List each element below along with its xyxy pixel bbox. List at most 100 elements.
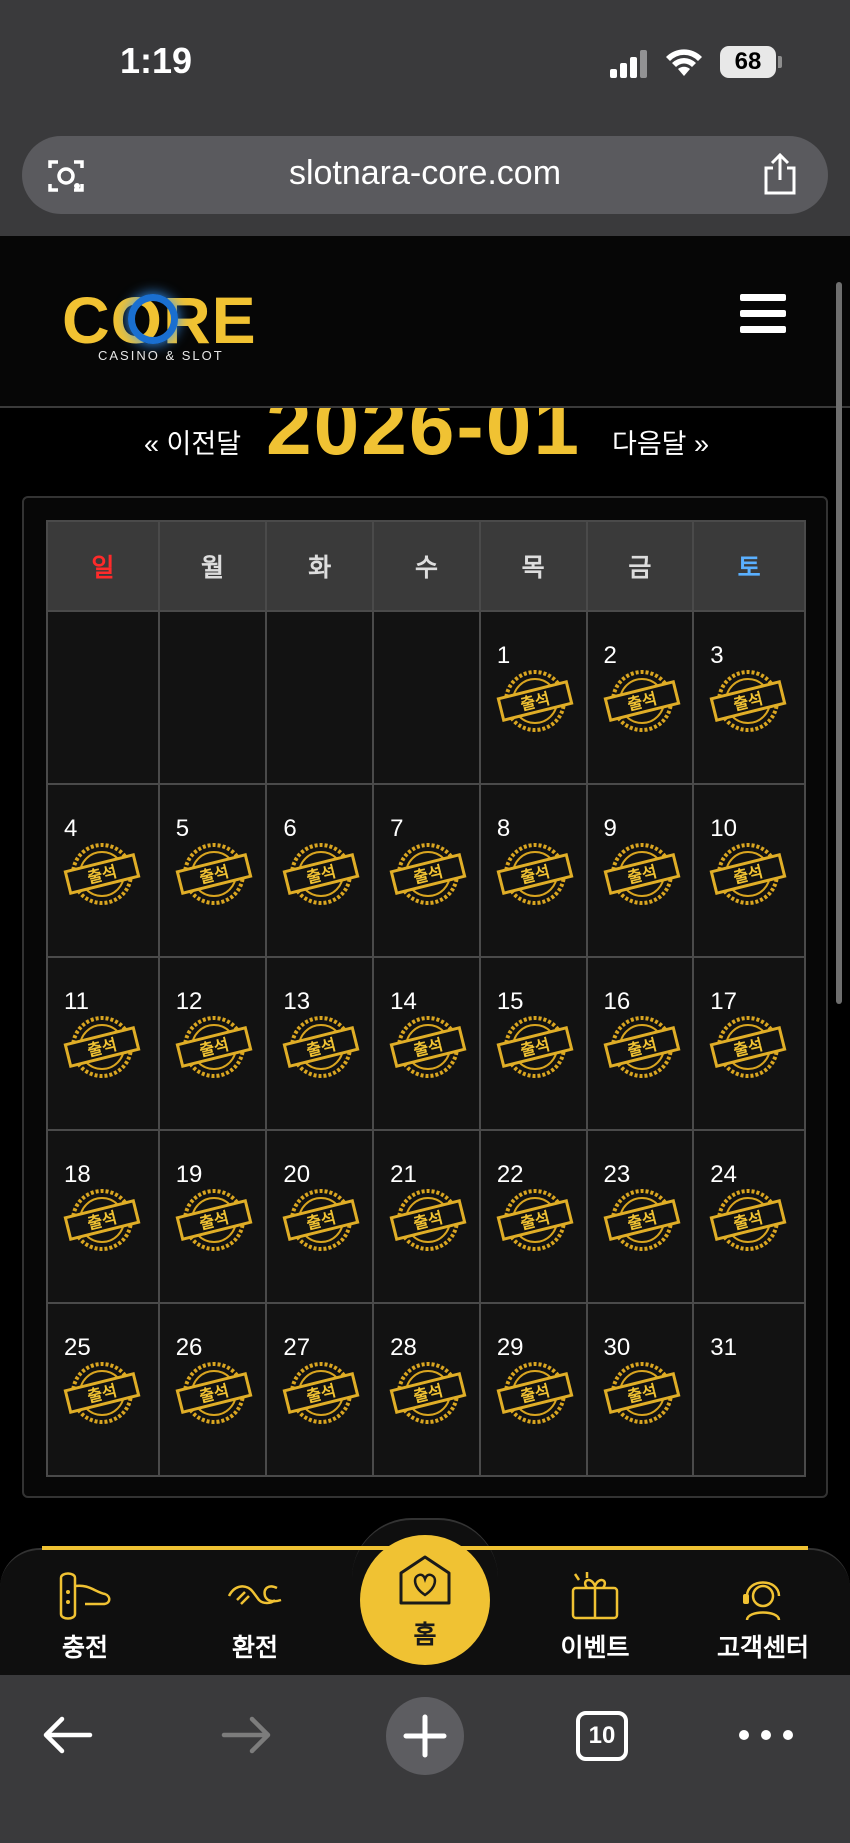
calendar-day-cell: 4 출석 [46,783,160,958]
attendance-stamp-icon: 출석 [389,1189,467,1251]
attendance-stamp-icon: 출석 [603,843,680,905]
logo-ring-icon [128,294,178,344]
weekday-mon: 월 [157,520,268,612]
core-logo[interactable]: CORE CASINO & SLOT [62,282,262,363]
new-tab-button[interactable] [386,1697,464,1775]
url-text: slotnara-core.com [288,154,562,192]
nav-withdraw[interactable]: 환전 [190,1570,320,1670]
next-month-link[interactable]: 다음달 » [612,422,709,461]
attendance-stamp-icon: 출석 [709,843,787,905]
status-bar: 1:19 68 [0,0,850,120]
attendance-stamp-icon: 출석 [496,670,574,732]
attendance-stamp-icon: 출석 [282,843,360,905]
calendar-day-cell: 10 출석 [692,783,806,958]
calendar-week-row: 1 출석 2 출석 3 출석 [46,610,806,785]
attendance-stamp-icon: 출석 [496,1016,574,1078]
attendance-stamp-icon: 출석 [603,670,680,732]
calendar-day-cell: 2 출석 [585,610,695,785]
forward-arrow-icon[interactable] [210,1699,282,1771]
calendar-week-row: 25 출석 26 출석 27 출석 28 출석 29 출석 30 출석 31 [46,1302,806,1477]
weekday-tue: 화 [265,520,375,612]
nav-home-label: 홈 [413,1621,437,1649]
browser-address-bar: slotnara-core.com [0,120,850,236]
day-number: 16 [603,988,631,1015]
page-scrollbar[interactable] [836,282,842,1004]
logo-subtitle: CASINO & SLOT [98,348,224,363]
attendance-stamp-icon: 출석 [389,1362,467,1424]
calendar-day-cell: 3 출석 [692,610,806,785]
url-field[interactable]: slotnara-core.com [22,136,828,214]
calendar-day-cell: 6 출석 [265,783,375,958]
weekday-sun: 일 [46,520,160,612]
weekday-thu: 목 [478,520,588,612]
day-number: 28 [390,1334,417,1361]
calendar-day-cell: 1 출석 [478,610,588,785]
weekday-fri: 금 [585,520,695,612]
attendance-stamp-icon: 출석 [282,1362,360,1424]
calendar-day-cell: 5 출석 [157,783,268,958]
calendar-day-cell: 25 출석 [46,1302,160,1477]
attendance-stamp-icon: 출석 [63,1016,141,1078]
calendar-empty-cell [265,610,375,785]
calendar-week-row: 4 출석 5 출석 6 출석 7 출석 8 출석 9 출석 10 출석 [46,783,806,958]
calendar-day-cell: 12 출석 [157,956,268,1131]
tabs-button[interactable]: 10 [576,1711,628,1761]
day-number: 3 [710,642,724,669]
prev-month-link[interactable]: « 이전달 [144,422,241,461]
calendar-day-cell: 22 출석 [478,1129,588,1304]
nav-deposit[interactable]: 충전 [20,1570,150,1670]
nav-event[interactable]: 이벤트 [530,1570,660,1670]
attendance-stamp-icon: 출석 [389,1016,467,1078]
attendance-stamp-icon: 출석 [282,1189,360,1251]
day-number: 11 [64,988,89,1015]
calendar-week-row: 11 출석 12 출석 13 출석 14 출석 15 출석 16 출석 17 출… [46,956,806,1131]
nav-withdraw-label: 환전 [231,1634,278,1662]
calendar-day-cell: 11 출석 [46,956,160,1131]
calendar-day-cell: 7 출석 [372,783,481,958]
calendar-empty-cell [46,610,160,785]
day-number: 1 [496,642,511,669]
browser-toolbar: 10 [0,1675,850,1843]
calendar-day-cell: 31 [692,1302,806,1477]
nav-support[interactable]: 고객센터 [698,1570,828,1670]
day-number: 13 [283,988,311,1015]
attendance-stamp-icon: 출석 [63,843,141,905]
attendance-stamp-icon: 출석 [709,1016,787,1078]
day-number: 22 [496,1161,524,1188]
day-number: 14 [390,988,417,1015]
calendar-day-cell: 23 출석 [585,1129,695,1304]
attendance-stamp-icon: 출석 [496,1362,574,1424]
calendar-week-row: 18 출석 19 출석 20 출석 21 출석 22 출석 23 출석 24 출… [46,1129,806,1304]
share-icon[interactable] [760,152,800,196]
more-icon[interactable] [730,1699,802,1771]
attendance-stamp-icon: 출석 [175,1362,253,1424]
calendar-day-cell: 9 출석 [585,783,695,958]
weekday-sat: 토 [692,520,806,612]
nav-home[interactable]: 홈 [360,1535,490,1665]
day-number: 21 [390,1161,417,1188]
day-number: 24 [710,1161,737,1188]
calendar-day-cell: 18 출석 [46,1129,160,1304]
calendar-day-cell: 26 출석 [157,1302,268,1477]
attendance-calendar: 일 월 화 수 목 금 토 1 출석 2 출석 3 출석 4 출석 5 출석 6… [22,496,828,1498]
calendar-day-cell: 27 출석 [265,1302,375,1477]
attendance-stamp-icon: 출석 [282,1016,360,1078]
calendar-day-cell: 21 출석 [372,1129,481,1304]
day-number: 29 [496,1334,524,1361]
attendance-stamp-icon: 출석 [603,1362,680,1424]
day-number: 10 [710,815,737,842]
month-title: 2026-01 [266,408,581,470]
calendar-day-cell: 30 출석 [585,1302,695,1477]
menu-icon[interactable] [740,294,786,334]
calendar-day-cell: 15 출석 [478,956,588,1131]
day-number: 12 [175,988,203,1015]
day-number: 26 [175,1334,203,1361]
attendance-stamp-icon: 출석 [709,670,787,732]
cellular-signal-icon [610,50,647,78]
attendance-stamp-icon: 출석 [63,1362,141,1424]
back-arrow-icon[interactable] [32,1699,104,1771]
calendar-day-cell: 8 출석 [478,783,588,958]
calendar-day-cell: 17 출석 [692,956,806,1131]
day-number: 25 [64,1334,91,1361]
support-headset-icon [743,1581,781,1621]
